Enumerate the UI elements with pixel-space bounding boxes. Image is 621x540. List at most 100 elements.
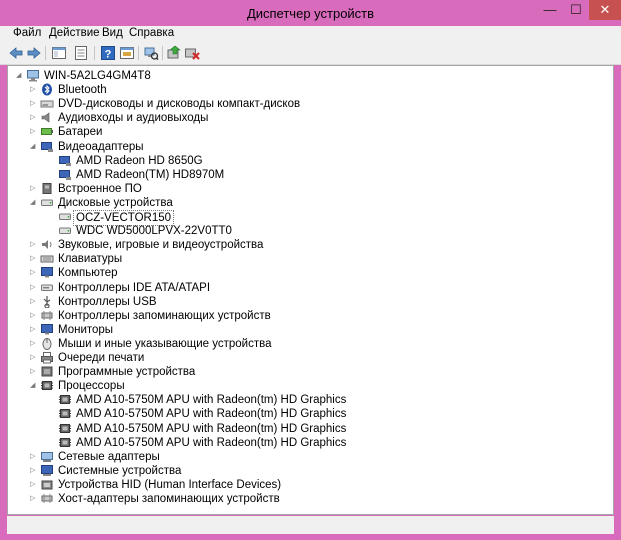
disk-drive-icon — [41, 199, 53, 206]
forward-arrow-icon[interactable] — [26, 45, 42, 61]
usb-icon — [43, 295, 51, 308]
storage-controller-icon — [41, 310, 53, 320]
properties-sheet-icon[interactable] — [73, 45, 89, 61]
expand-arrow-icon[interactable]: ▷ — [30, 368, 35, 376]
menu-bar: Файл Действие Вид Справка — [0, 26, 621, 42]
expand-arrow-icon[interactable]: ▷ — [30, 453, 35, 461]
expand-arrow-icon[interactable]: ▷ — [30, 284, 35, 292]
tree-node-label: Программные устройства — [58, 366, 196, 379]
tree-node-label: Системные устройства — [58, 464, 182, 477]
menu-file[interactable]: Файл — [13, 27, 41, 39]
processor-icon — [59, 423, 71, 433]
expand-arrow-icon[interactable]: ▷ — [30, 86, 35, 94]
storage-controller-icon — [41, 494, 53, 503]
minimize-button[interactable]: — — [538, 0, 562, 20]
device-tree[interactable]: ◢ WIN-5A2LG4GM4T8 ▷ Bluetooth ▷ DVD-дисководы… — [7, 65, 614, 515]
tree-node-label: DVD-дисководы и дисководы компакт-дисков — [58, 98, 301, 111]
toolbar: ? — [0, 42, 621, 65]
expand-arrow-icon[interactable]: ▷ — [30, 312, 35, 320]
tree-node-label: Аудиовходы и аудиовыходы — [58, 112, 209, 125]
speaker-icon — [42, 240, 52, 250]
tree-node-label: Компьютер — [58, 267, 118, 280]
disk-drive-icon — [59, 227, 71, 235]
tree-node-label: Процессоры — [58, 380, 125, 393]
firmware-icon — [42, 182, 52, 194]
tree-node-label: Батареи — [58, 126, 103, 139]
processor-icon — [59, 395, 71, 405]
expand-arrow-icon[interactable]: ▷ — [30, 495, 35, 503]
tree-node-label: Встроенное ПО — [58, 182, 142, 195]
tree-node-label: Звуковые, игровые и видеоустройства — [58, 239, 264, 252]
expand-arrow-icon[interactable]: ▷ — [30, 114, 35, 122]
help-icon[interactable]: ? — [100, 45, 116, 61]
tree-node-label: Контроллеры USB — [58, 295, 157, 308]
tree-node-label: AMD A10-5750M APU with Radeon(tm) HD Gra… — [76, 408, 347, 421]
display-adapter-icon — [59, 155, 71, 166]
close-button[interactable]: ✕ — [589, 0, 621, 20]
tree-node-label: Клавиатуры — [58, 253, 123, 266]
maximize-button[interactable]: ☐ — [564, 0, 588, 20]
menu-view[interactable]: Вид — [102, 27, 123, 39]
expand-arrow-icon[interactable]: ▷ — [30, 467, 35, 475]
tree-node-label: Bluetooth — [58, 84, 107, 97]
expand-arrow-icon[interactable]: ▷ — [30, 269, 35, 277]
tree-node-label: Видеоадаптеры — [58, 140, 144, 153]
expand-arrow-icon[interactable]: ▷ — [30, 255, 35, 263]
mouse-icon — [42, 337, 52, 350]
bluetooth-icon — [42, 83, 52, 96]
collapse-arrow-icon[interactable]: ◢ — [30, 199, 35, 207]
collapse-arrow-icon[interactable]: ◢ — [30, 143, 35, 151]
hid-icon — [41, 480, 53, 490]
monitor-icon — [41, 323, 53, 335]
tree-node-label: WDC WD5000LPVX-22V0TT0 — [76, 225, 232, 238]
tree-node-label: Очереди печати — [58, 352, 145, 364]
tree-node-label: Сетевые адаптеры — [58, 450, 160, 463]
system-device-icon — [41, 464, 53, 476]
tree-node-label: Мониторы — [58, 323, 114, 336]
display-adapter-icon — [59, 169, 71, 180]
battery-icon — [41, 128, 53, 136]
menu-help[interactable]: Справка — [129, 27, 174, 39]
view-details-icon[interactable] — [119, 45, 135, 61]
status-bar — [7, 516, 614, 534]
computer-icon — [27, 70, 39, 82]
scan-hardware-changes-icon[interactable] — [143, 45, 159, 61]
tree-node-label: Дисковые устройства — [58, 196, 173, 209]
tree-node-label: Мыши и иные указывающие устройства — [58, 337, 272, 350]
menu-action[interactable]: Действие — [49, 27, 100, 39]
back-arrow-icon[interactable] — [8, 45, 24, 61]
expand-arrow-icon[interactable]: ▷ — [30, 100, 35, 108]
expand-arrow-icon[interactable]: ▷ — [30, 481, 35, 489]
show-hide-console-tree-icon[interactable] — [51, 45, 67, 61]
window-title: Диспетчер устройств — [246, 6, 375, 21]
tree-node-label: AMD Radeon HD 8650G — [76, 154, 203, 167]
tree-node-label: AMD A10-5750M APU with Radeon(tm) HD Gra… — [76, 422, 347, 435]
expand-arrow-icon[interactable]: ▷ — [30, 185, 35, 193]
update-driver-icon[interactable] — [166, 45, 182, 61]
expand-arrow-icon[interactable]: ▷ — [30, 354, 35, 362]
uninstall-device-icon[interactable] — [184, 45, 200, 61]
keyboard-icon — [40, 255, 54, 263]
ide-controller-icon — [41, 284, 53, 291]
title-bar[interactable]: Диспетчер устройств — ☐ ✕ — [0, 0, 621, 26]
collapse-arrow-icon[interactable]: ◢ — [30, 382, 35, 390]
expand-arrow-icon[interactable]: ▷ — [30, 298, 35, 306]
expand-arrow-icon[interactable]: ▷ — [30, 241, 35, 249]
network-adapter-icon — [41, 451, 53, 462]
disk-drive-icon — [59, 213, 71, 220]
tree-node-label: AMD Radeon(TM) HD8970M — [76, 168, 225, 181]
tree-node-label: Контроллеры запоминающих устройств — [58, 309, 271, 322]
dvd-drive-icon — [40, 100, 54, 108]
expand-arrow-icon[interactable]: ▷ — [30, 128, 35, 136]
monitor-icon — [41, 267, 53, 278]
processor-icon — [59, 437, 71, 447]
processor-icon — [41, 381, 53, 391]
tree-node-label: AMD A10-5750M APU with Radeon(tm) HD Gra… — [76, 436, 347, 449]
expand-arrow-icon[interactable]: ▷ — [30, 326, 35, 334]
collapse-arrow-icon[interactable]: ◢ — [16, 72, 21, 80]
tree-node-label: WIN-5A2LG4GM4T8 — [44, 70, 151, 82]
audio-icon — [41, 112, 50, 123]
expand-arrow-icon[interactable]: ▷ — [30, 340, 35, 348]
svg-text:?: ? — [105, 49, 112, 61]
processor-icon — [59, 409, 71, 419]
